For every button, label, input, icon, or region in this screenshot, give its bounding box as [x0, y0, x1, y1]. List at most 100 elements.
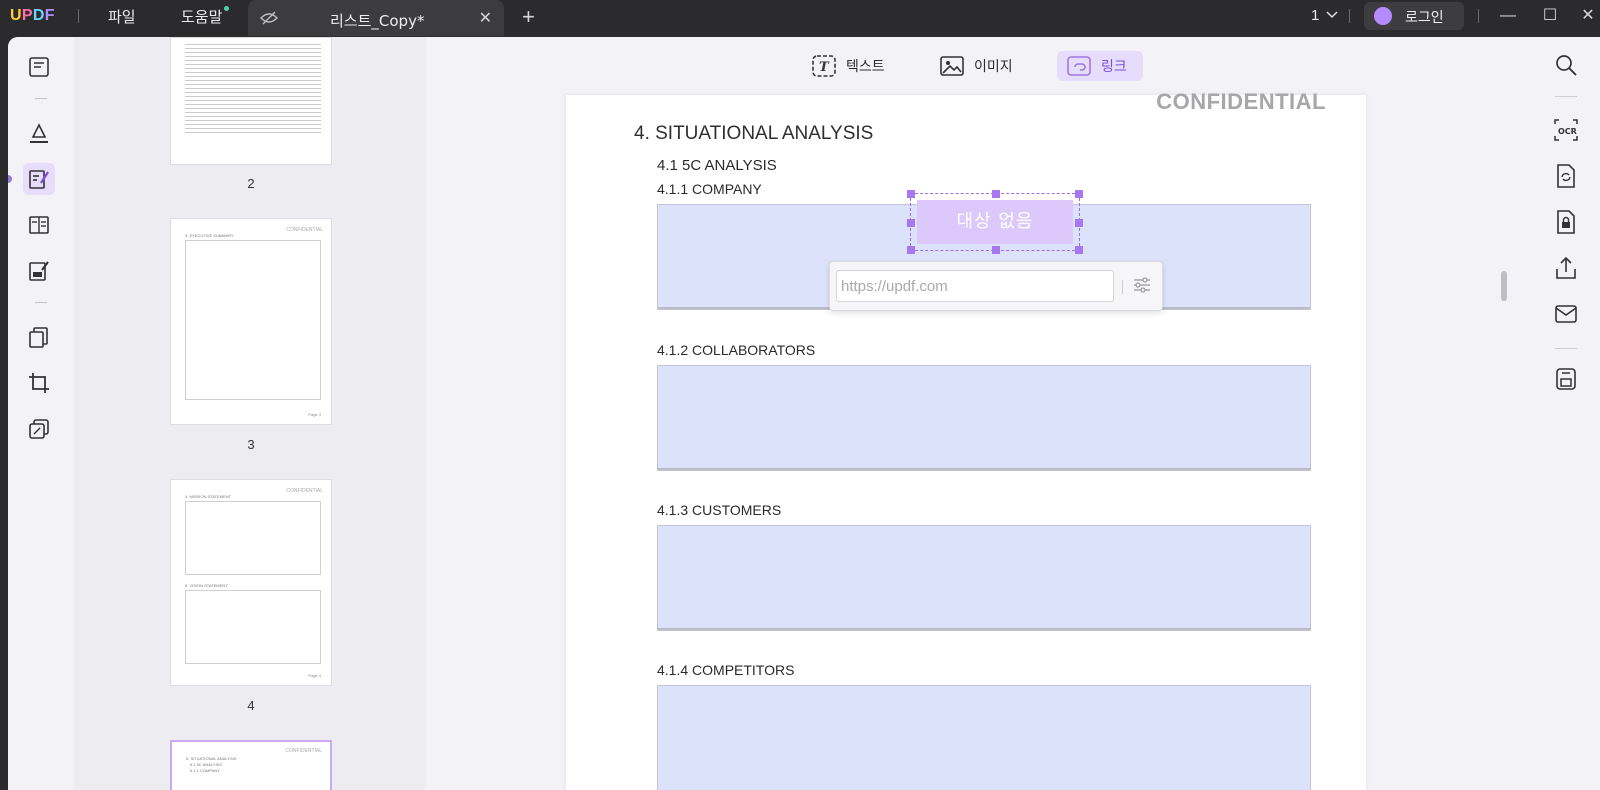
book-icon — [29, 57, 49, 77]
convert-button[interactable] — [1553, 163, 1579, 189]
add-text-tool[interactable]: T 텍스트 — [802, 51, 895, 81]
thumb-box — [185, 501, 321, 575]
edit-toolbar: T 텍스트 이미지 링크 — [426, 37, 1533, 95]
minimize-icon[interactable]: — — [1496, 4, 1520, 28]
link-label: 대상 없음 — [917, 200, 1073, 244]
email-button[interactable] — [1553, 301, 1579, 327]
form-icon — [29, 216, 49, 234]
svg-text:T: T — [819, 60, 830, 75]
thumb-heading: 6.1 5C ANALYSIS — [190, 762, 222, 767]
edit-pdf-button[interactable] — [23, 163, 55, 195]
crop-button[interactable] — [23, 367, 55, 399]
thumb-heading: 3. EXECUTIVE SUMMARY — [185, 233, 234, 238]
divider — [1122, 280, 1123, 294]
thumb-confidential: CONFIDENTIAL — [286, 227, 323, 233]
thumbnail-number: 2 — [247, 176, 255, 191]
ocr-button[interactable]: OCR — [1553, 117, 1579, 143]
thumbnail-page-2[interactable] — [170, 37, 332, 165]
confidential-header: CONFIDENTIAL — [1156, 89, 1326, 114]
ocr-icon: OCR — [1554, 119, 1578, 141]
share-button[interactable] — [1553, 255, 1579, 281]
right-tool-rail: OCR — [1533, 37, 1600, 790]
thumb-box — [185, 240, 321, 400]
text-tool-label: 텍스트 — [846, 59, 885, 75]
svg-text:OCR: OCR — [1558, 127, 1577, 136]
thumbnail-panel: 2 CONFIDENTIAL 3. EXECUTIVE SUMMARY Page… — [74, 37, 426, 790]
resize-handle[interactable] — [1075, 190, 1083, 198]
link-icon — [1067, 56, 1091, 76]
maximize-icon[interactable]: ☐ — [1538, 4, 1562, 28]
thumbnail-page-4[interactable]: CONFIDENTIAL 4. MISSION STATEMENT 5. VIS… — [170, 479, 332, 686]
resize-handle[interactable] — [907, 246, 915, 254]
add-link-tool[interactable]: 링크 — [1057, 51, 1143, 81]
convert-icon — [1557, 164, 1575, 188]
protect-button[interactable] — [1553, 209, 1579, 235]
login-label: 로그인 — [1405, 10, 1444, 26]
resize-handle[interactable] — [992, 190, 1000, 198]
resize-handle[interactable] — [1075, 246, 1083, 254]
updf-logo: UPDF — [10, 7, 55, 24]
thumb-heading: 4. MISSION STATEMENT — [185, 494, 232, 499]
thumbnail-page-5[interactable]: CONFIDENTIAL 6. SITUATIONAL ANALYSIS 6.1… — [170, 740, 332, 790]
thumbnail-number: 4 — [247, 698, 255, 713]
menu-file[interactable]: 파일 — [108, 6, 136, 27]
collaborators-heading[interactable]: 4.1.2 COLLABORATORS — [657, 342, 815, 358]
page-edit-button[interactable] — [23, 209, 55, 241]
chevron-down-icon[interactable] — [1326, 11, 1338, 19]
link-annotation[interactable]: 대상 없음 — [907, 190, 1083, 254]
thumb-footer: Page 4 — [308, 673, 321, 678]
close-window-icon[interactable]: ✕ — [1576, 4, 1600, 28]
title-bar: UPDF 파일 도움말 리스트_Copy* ✕ + 1 로그인 — ☐ ✕ — [0, 0, 1600, 36]
prepare-form-button[interactable] — [23, 255, 55, 287]
competitors-form-field[interactable] — [657, 685, 1311, 790]
search-button[interactable] — [1553, 52, 1579, 78]
resize-handle[interactable] — [907, 190, 915, 198]
thumb-heading: 5. VISION STATEMENT — [185, 583, 228, 588]
customers-heading[interactable]: 4.1.3 CUSTOMERS — [657, 502, 781, 518]
resize-handle[interactable] — [1075, 219, 1083, 227]
organize-pages-button[interactable] — [23, 321, 55, 353]
watermark-button[interactable] — [23, 413, 55, 445]
collaborators-form-field[interactable] — [657, 365, 1311, 471]
add-tab-icon[interactable]: + — [522, 4, 535, 30]
highlighter-icon — [30, 123, 48, 143]
close-tab-icon[interactable]: ✕ — [479, 8, 492, 28]
link-tool-label: 링크 — [1101, 59, 1127, 75]
mail-icon — [1555, 305, 1577, 323]
thumbnail-page-3[interactable]: CONFIDENTIAL 3. EXECUTIVE SUMMARY Page 3 — [170, 218, 332, 425]
divider — [1349, 9, 1350, 23]
left-tool-rail — [8, 37, 74, 790]
link-url-popup — [829, 261, 1163, 311]
company-heading[interactable]: 4.1.1 COMPANY — [657, 181, 762, 197]
thumb-heading: 6.1.1 COMPANY — [190, 768, 220, 773]
main-frame: 2 CONFIDENTIAL 3. EXECUTIVE SUMMARY Page… — [8, 37, 1600, 790]
lock-document-icon — [1557, 210, 1575, 234]
add-image-tool[interactable]: 이미지 — [930, 51, 1023, 81]
resize-handle[interactable] — [907, 219, 915, 227]
comment-button[interactable] — [23, 117, 55, 149]
thumb-footer: Page 3 — [308, 412, 321, 417]
thumb-heading: 6. SITUATIONAL ANALYSIS — [186, 756, 237, 761]
page-selector[interactable]: 1 — [1311, 7, 1319, 24]
login-button[interactable]: 로그인 — [1364, 2, 1464, 30]
divider — [78, 9, 79, 23]
document-tab[interactable]: 리스트_Copy* ✕ — [248, 0, 504, 36]
link-url-input[interactable] — [836, 270, 1114, 302]
divider — [35, 98, 47, 99]
eye-off-icon[interactable] — [260, 10, 278, 26]
scrollbar-thumb[interactable] — [1501, 271, 1507, 301]
subsection-heading[interactable]: 4.1 5C ANALYSIS — [657, 157, 777, 174]
section-heading[interactable]: 4. SITUATIONAL ANALYSIS — [634, 123, 873, 145]
competitors-heading[interactable]: 4.1.4 COMPETITORS — [657, 662, 794, 678]
divider — [1555, 96, 1577, 97]
document-area: T 텍스트 이미지 링크 CONFIDENTIAL 4. SITUATIONAL… — [426, 37, 1533, 790]
save-button[interactable] — [1553, 366, 1579, 392]
settings-sliders-icon[interactable] — [1132, 276, 1152, 294]
menu-help[interactable]: 도움말 — [181, 6, 222, 27]
resize-handle[interactable] — [992, 246, 1000, 254]
reader-button[interactable] — [23, 51, 55, 83]
customers-form-field[interactable] — [657, 525, 1311, 631]
save-icon — [1556, 368, 1576, 390]
divider — [1555, 348, 1577, 349]
text-box-icon: T — [812, 55, 836, 77]
